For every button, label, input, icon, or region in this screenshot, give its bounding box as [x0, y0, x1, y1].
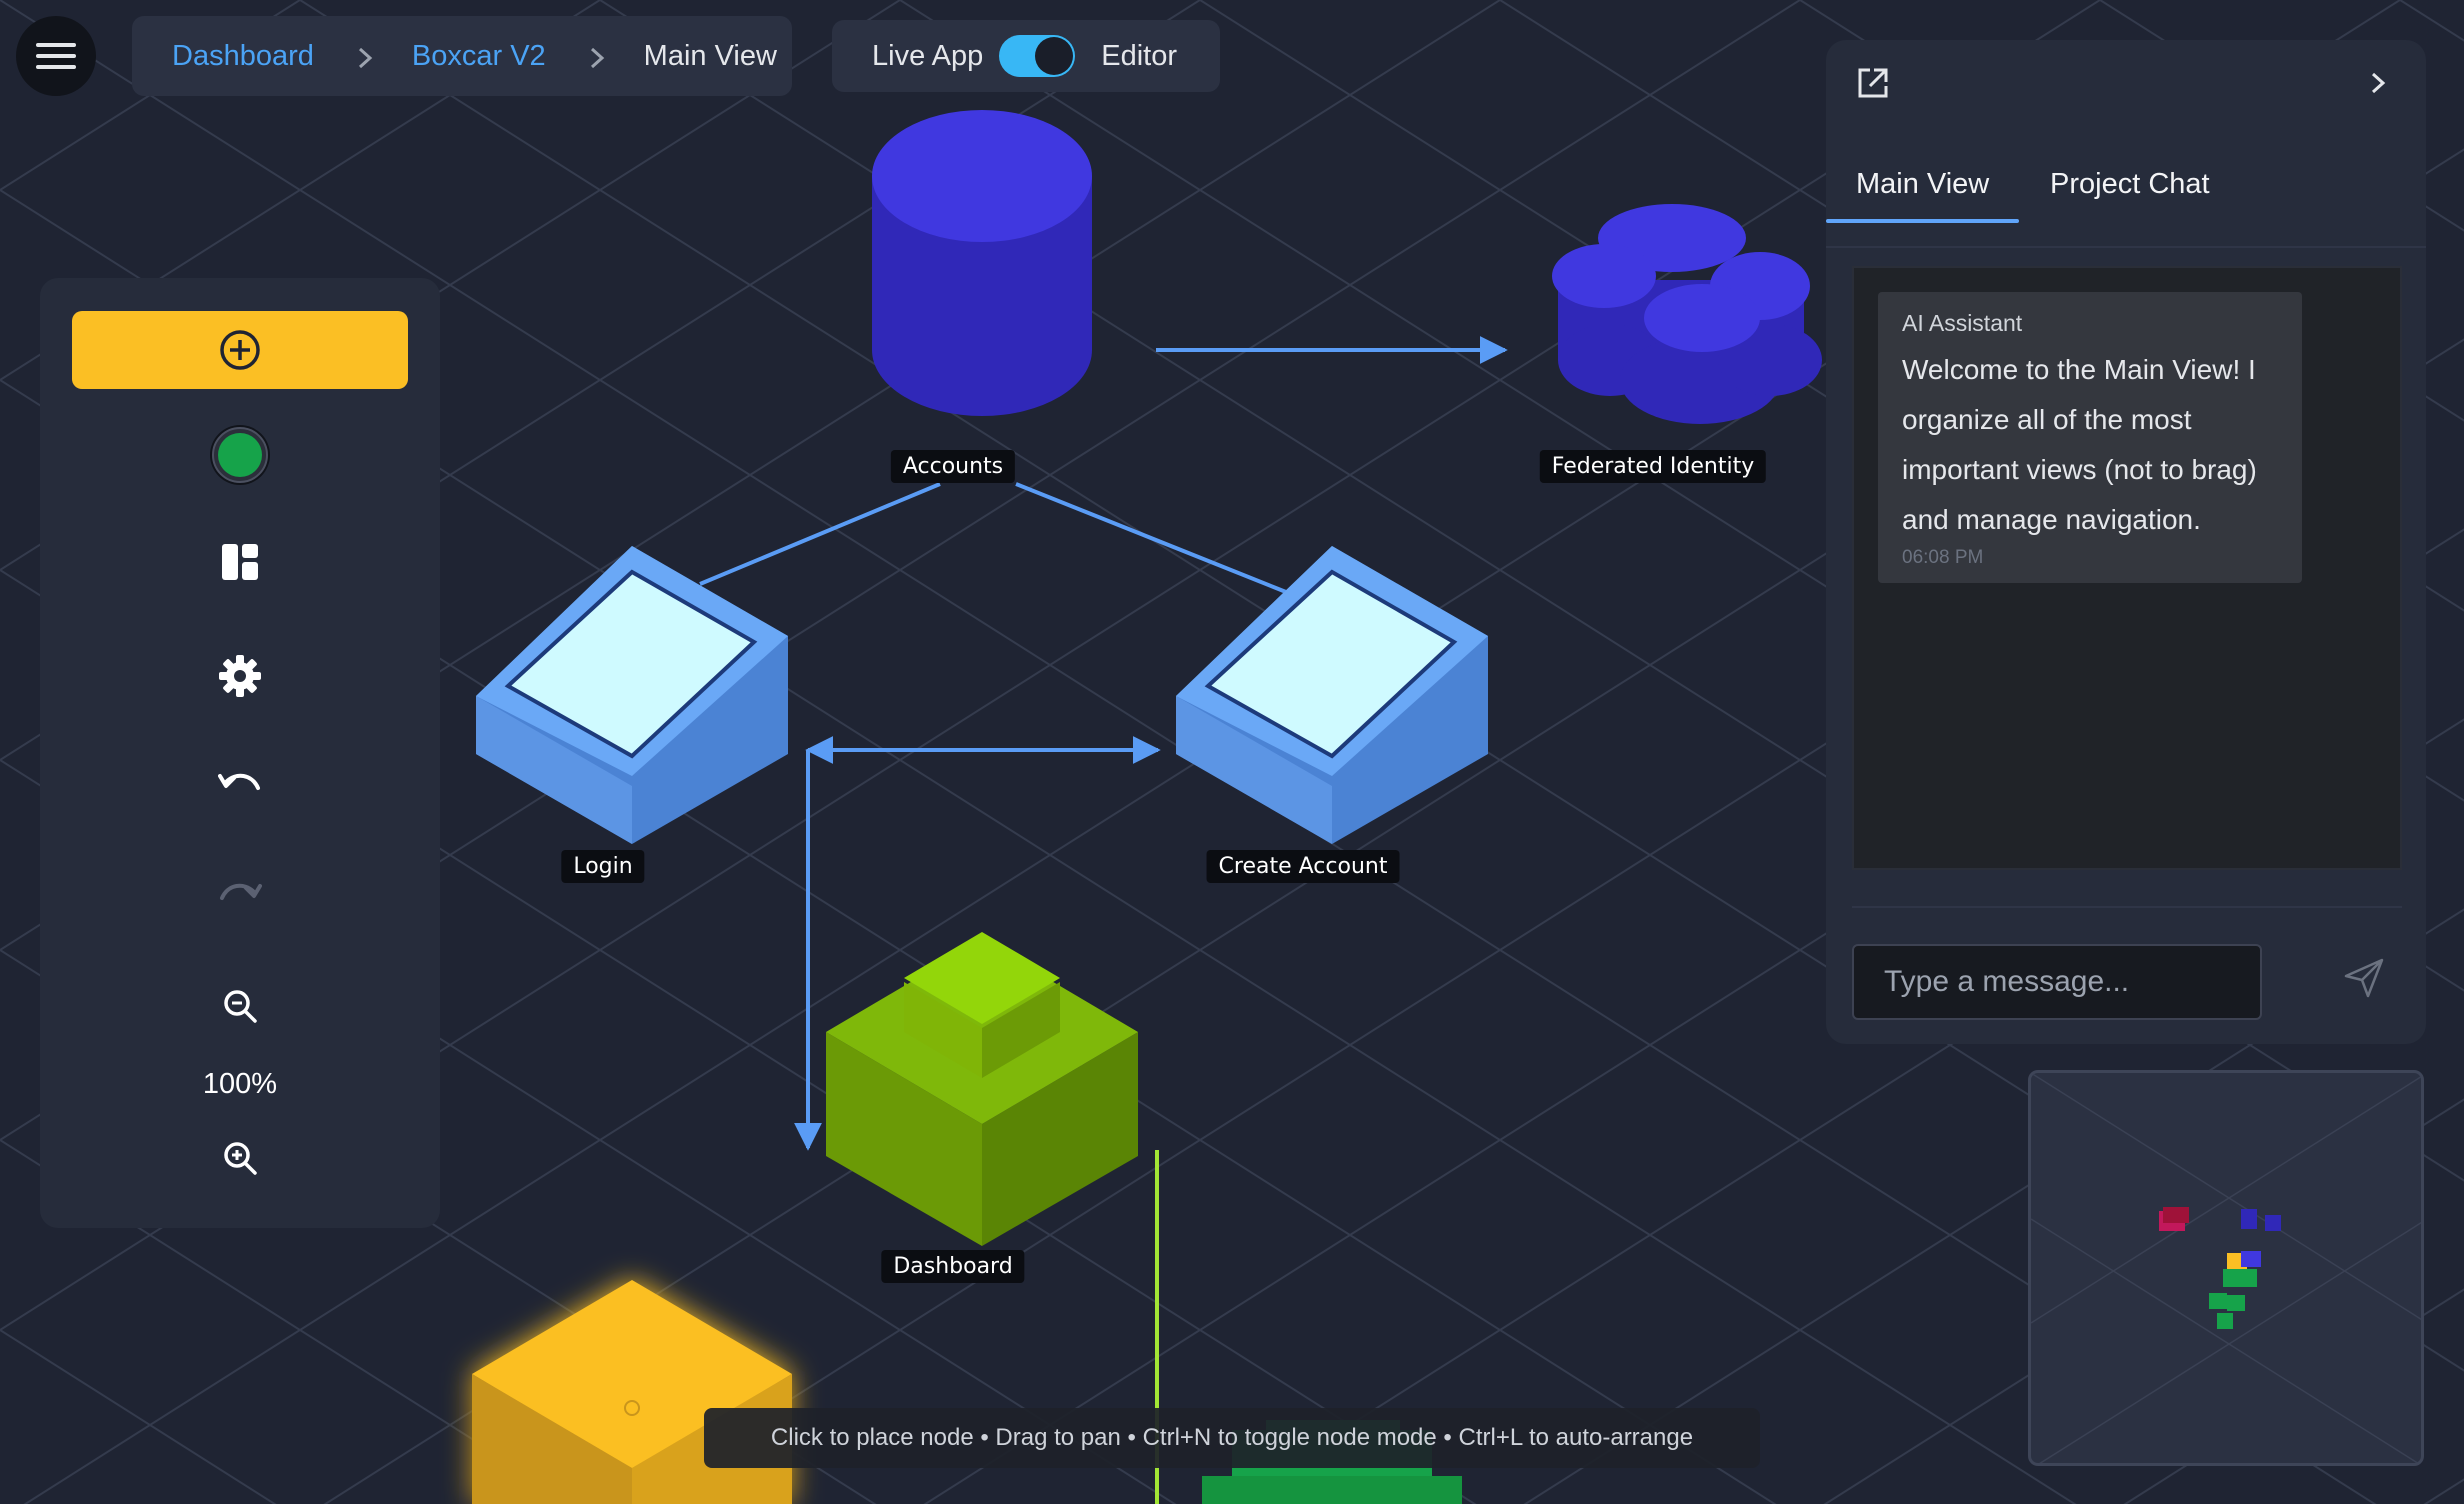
chevron-right-icon: [2371, 72, 2386, 94]
layout-icon: [222, 544, 258, 580]
mode-toggle-editor-label[interactable]: Editor: [1101, 40, 1177, 73]
node-label-federated-identity: Federated Identity: [1539, 450, 1767, 483]
undo-icon: [218, 773, 260, 790]
chevron-right-icon: [588, 47, 606, 69]
side-panel: Main View Project Chat AI Assistant Welc…: [1825, 40, 2426, 1044]
minimap[interactable]: [2028, 1070, 2424, 1466]
hamburger-icon: [36, 43, 76, 69]
node-label-dashboard: Dashboard: [881, 1250, 1025, 1283]
status-dot-icon: [210, 425, 270, 485]
message-input[interactable]: [1852, 944, 2262, 1020]
chat-messages[interactable]: AI Assistant Welcome to the Main View! I…: [1852, 266, 2402, 870]
redo-button[interactable]: [218, 878, 262, 908]
zoom-out-icon: [224, 990, 257, 1023]
menu-button[interactable]: [16, 16, 96, 96]
switch-knob: [1035, 37, 1074, 75]
status-indicator-button[interactable]: [208, 423, 272, 487]
send-icon: [2344, 958, 2384, 998]
message-time: 06:08 PM: [1902, 547, 1984, 568]
zoom-out-button[interactable]: [222, 988, 258, 1024]
zoom-level: 100%: [202, 1068, 278, 1100]
redo-icon: [220, 883, 262, 900]
add-circle-icon: [220, 330, 260, 370]
left-toolbar: 100%: [40, 278, 440, 1228]
collapse-panel-button[interactable]: [2366, 70, 2390, 96]
tab-main-view[interactable]: Main View: [1825, 168, 2020, 223]
gear-icon: [219, 655, 261, 697]
chevron-right-icon: [356, 47, 374, 69]
zoom-in-icon: [224, 1142, 257, 1175]
node-label-accounts: Accounts: [890, 450, 1016, 483]
breadcrumb-current: Main View: [643, 39, 777, 72]
panel-tabs: Main View Project Chat: [1825, 130, 2426, 248]
mode-toggle: Live App Editor: [832, 20, 1220, 92]
keyboard-hints: Click to place node • Drag to pan • Ctrl…: [704, 1408, 1760, 1468]
message-sender: AI Assistant: [1902, 310, 2023, 336]
chat-message: AI Assistant Welcome to the Main View! I…: [1878, 292, 2302, 583]
mode-toggle-live-label[interactable]: Live App: [872, 40, 983, 73]
divider: [1852, 906, 2402, 908]
tab-project-chat[interactable]: Project Chat: [2050, 168, 2210, 201]
zoom-in-button[interactable]: [222, 1140, 258, 1176]
external-link-icon: [1858, 68, 1888, 98]
node-accounts[interactable]: [872, 110, 1092, 416]
undo-button[interactable]: [218, 768, 262, 798]
settings-button[interactable]: [218, 654, 262, 698]
layout-button[interactable]: [220, 542, 260, 582]
message-text: Welcome to the Main View! I organize all…: [1902, 354, 2257, 535]
breadcrumb-item-dashboard[interactable]: Dashboard: [172, 40, 314, 73]
send-button[interactable]: [2342, 956, 2386, 1000]
node-label-create-account: Create Account: [1206, 850, 1400, 883]
minimap-view: [2031, 1073, 2421, 1463]
breadcrumb: Dashboard Boxcar V2 Main View: [132, 16, 792, 96]
open-external-button[interactable]: [1856, 66, 1890, 100]
breadcrumb-item-project[interactable]: Boxcar V2: [412, 40, 546, 73]
node-label-login: Login: [561, 850, 645, 883]
mode-switch[interactable]: [999, 35, 1076, 77]
add-node-button[interactable]: [72, 311, 408, 389]
